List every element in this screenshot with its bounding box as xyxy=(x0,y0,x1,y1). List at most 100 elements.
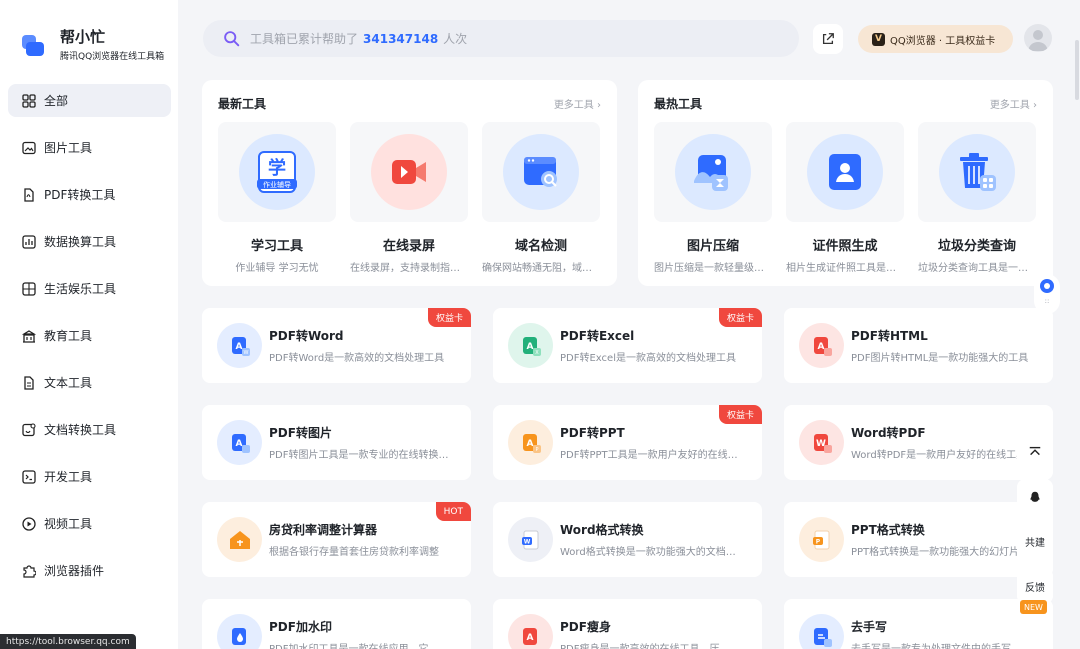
qq-penguin-icon xyxy=(1030,491,1040,502)
panel-hottest-tools: 最热工具 更多工具 › 图片压缩 图片压缩是一款轻量级的工具 证件照生成 相片生成证件照工… xyxy=(638,80,1053,286)
sidebar-item-6[interactable]: 文本工具 xyxy=(8,366,171,399)
page-scrollbar[interactable] xyxy=(1074,0,1080,649)
new-badge: NEW xyxy=(1020,600,1047,614)
sidebar-item-5[interactable]: 教育工具 xyxy=(8,319,171,352)
sidebar-item-2[interactable]: PDF转换工具 xyxy=(8,178,171,211)
drag-handle-icon[interactable]: :: xyxy=(1045,298,1050,305)
svg-text:P: P xyxy=(815,538,820,545)
search-bar[interactable]: 工具箱已累计帮助了 341347148 人次 xyxy=(203,20,799,57)
sidebar-item-label: 教育工具 xyxy=(44,329,93,343)
tool-card[interactable]: 去手写去手写是一款专为处理文件中的手写 xyxy=(784,599,1053,649)
back-to-top-icon xyxy=(1029,446,1041,456)
sidebar-item-label: 数据换算工具 xyxy=(44,235,117,249)
tool-desc: PPT格式转换是一款功能强大的幻灯片工具 xyxy=(851,547,1036,558)
tool-card[interactable]: A W PDF转Word PDF转Word是一款高效的文档处理工具 权益卡 xyxy=(202,308,471,383)
cobuild-button[interactable]: 共建 xyxy=(1017,523,1053,559)
floating-assistant[interactable]: :: xyxy=(1034,274,1060,314)
back-to-top-button[interactable] xyxy=(1017,434,1053,470)
sidebar-item-label: 视频工具 xyxy=(44,517,93,531)
feature-title: 证件照生成 xyxy=(812,239,878,254)
word-to-pdf-icon: W xyxy=(799,420,844,465)
panel-title: 最热工具 xyxy=(654,97,703,111)
sidebar-item-label: PDF转换工具 xyxy=(44,188,116,202)
tool-desc: PDF加水印工具是一款在线应用，它 xyxy=(269,640,454,649)
pdf-to-image-icon: A xyxy=(217,420,262,465)
grid-icon xyxy=(22,93,36,108)
feature-tile xyxy=(654,122,772,222)
tool-card[interactable]: P PPT格式转换 PPT格式转换是一款功能强大的幻灯片工具 xyxy=(784,502,1053,577)
sidebar-item-1[interactable]: 图片工具 xyxy=(8,131,171,164)
feature-tool-card[interactable]: 垃圾分类查询 垃圾分类查询工具是一款工具 xyxy=(918,122,1036,274)
more-tools-link[interactable]: 更多工具 › xyxy=(990,96,1037,111)
vip-card-icon: V xyxy=(872,32,885,46)
sidebar-item-8[interactable]: 开发工具 xyxy=(8,460,171,493)
feature-desc: 图片压缩是一款轻量级的工具 xyxy=(654,263,772,274)
feature-tool-card[interactable]: 域名检测确保网站畅通无阻，域名检测 xyxy=(482,122,600,274)
sidebar-item-4[interactable]: 生活娱乐工具 xyxy=(8,272,171,305)
video-record-icon xyxy=(371,134,447,210)
avatar[interactable] xyxy=(1024,24,1052,52)
tool-badge: 权益卡 xyxy=(718,405,762,424)
tool-desc: PDF转Excel是一款高效的文档处理工具 xyxy=(560,353,736,364)
feedback-button[interactable]: 反馈 xyxy=(1017,568,1053,604)
tool-card[interactable]: A X PDF转Excel PDF转Excel是一款高效的文档处理工具 权益卡 xyxy=(493,308,762,383)
feature-title: 学习工具 xyxy=(250,239,303,254)
feature-tool-card[interactable]: 学作业辅导 学习工具 作业辅导 学习无忧 xyxy=(218,122,336,274)
sidebar-item-0[interactable]: 全部 xyxy=(8,84,171,117)
brand-title: 帮小忙 xyxy=(60,28,106,46)
tool-title: PDF瘦身 xyxy=(560,620,611,634)
feature-desc: 在线录屏，支持录制指定区域 xyxy=(350,263,468,274)
tool-desc: PDF转PPT工具是一款用户友好的在线工具 xyxy=(560,450,745,461)
qq-browser-card-button[interactable]: V QQ浏览器 · 工具权益卡 xyxy=(858,25,1013,53)
tool-card[interactable]: A P PDF转PPT PDF转PPT工具是一款用户友好的在线工具 权益卡 xyxy=(493,405,762,480)
brand[interactable]: 帮小忙 腾讯QQ浏览器在线工具箱 xyxy=(20,28,164,62)
search-placeholder-suffix: 人次 xyxy=(443,32,468,46)
search-icon xyxy=(224,31,240,47)
tool-card[interactable]: PDF加水印 PDF加水印工具是一款在线应用，它 xyxy=(202,599,471,649)
feature-desc: 相片生成证件照工具是一款 xyxy=(786,263,904,274)
tool-card[interactable]: W Word转PDF Word转PDF是一款用户友好的在线工具 xyxy=(784,405,1053,480)
sidebar-item-label: 图片工具 xyxy=(44,141,93,155)
tool-title: Word转PDF xyxy=(851,426,926,440)
svg-text:学: 学 xyxy=(268,157,286,179)
feature-desc: 作业辅导 学习无忧 xyxy=(235,263,319,274)
sidebar-item-3[interactable]: 数据换算工具 xyxy=(8,225,171,258)
sidebar: 帮小忙 腾讯QQ浏览器在线工具箱 全部图片工具 PDF转换工具 数据换算工具生活娱乐… xyxy=(0,0,178,649)
tool-title: 房贷利率调整计算器 xyxy=(269,523,378,537)
sidebar-item-label: 开发工具 xyxy=(44,470,93,484)
domain-check-icon xyxy=(503,134,579,210)
tool-desc: PDF转图片工具是一款专业的在线转换工具 xyxy=(269,450,454,461)
share-button[interactable] xyxy=(813,24,843,54)
ppt-format-icon: P xyxy=(799,517,844,562)
feature-tool-card[interactable]: 在线录屏在线录屏，支持录制指定区域 xyxy=(350,122,468,274)
qq-contact-button[interactable] xyxy=(1017,479,1053,515)
tool-card[interactable]: W Word格式转换 Word格式转换是一款功能强大的文档工具 xyxy=(493,502,762,577)
tool-desc: 去手写是一款专为处理文件中的手写 xyxy=(851,640,1036,649)
feature-desc: 垃圾分类查询工具是一款工具 xyxy=(918,263,1036,274)
feature-title: 在线录屏 xyxy=(382,239,435,254)
tool-card[interactable]: A PDF转HTML PDF图片转HTML是一款功能强大的工具 xyxy=(784,308,1053,383)
sidebar-item-9[interactable]: 视频工具 xyxy=(8,507,171,540)
feature-title: 域名检测 xyxy=(514,239,567,254)
tool-desc: Word格式转换是一款功能强大的文档工具 xyxy=(560,547,745,558)
share-icon xyxy=(822,33,834,45)
tool-title: PDF转Word xyxy=(269,329,344,343)
tool-title: Word格式转换 xyxy=(560,523,644,537)
sidebar-item-10[interactable]: 浏览器插件 xyxy=(8,554,171,587)
puzzle-icon xyxy=(22,564,36,578)
feature-tool-card[interactable]: 图片压缩图片压缩是一款轻量级的工具 xyxy=(654,122,772,274)
sidebar-item-7[interactable]: 文档转换工具 xyxy=(8,413,171,446)
tool-card[interactable]: 房贷利率调整计算器 根据各银行存量首套住房贷款利率调整 HOT xyxy=(202,502,471,577)
sidebar-item-label: 全部 xyxy=(44,94,69,108)
remove-handwriting-icon xyxy=(799,614,844,649)
tool-card[interactable]: A PDF转图片 PDF转图片工具是一款专业的在线转换工具 xyxy=(202,405,471,480)
text-doc-icon xyxy=(22,375,36,390)
tool-desc: 根据各银行存量首套住房贷款利率调整 xyxy=(269,547,439,558)
feature-title: 图片压缩 xyxy=(686,239,739,254)
more-tools-link[interactable]: 更多工具 › xyxy=(554,96,601,111)
svg-text:P: P xyxy=(535,447,538,453)
feature-desc: 确保网站畅通无阻，域名检测 xyxy=(482,263,600,274)
feature-tool-card[interactable]: 证件照生成相片生成证件照工具是一款 xyxy=(786,122,904,274)
tool-card[interactable]: A PDF瘦身 PDF瘦身是一款高效的在线工具，压 xyxy=(493,599,762,649)
svg-text:A: A xyxy=(526,439,533,449)
